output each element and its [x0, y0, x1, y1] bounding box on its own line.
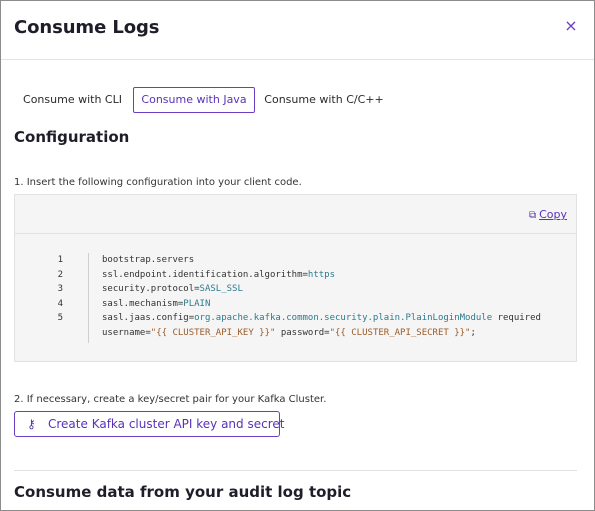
code-token: ;	[470, 327, 476, 338]
key-icon: ⚷	[27, 417, 36, 431]
code-token: org.apache.kafka.common.security.plain.P…	[194, 313, 493, 323]
code-line: 4 sasl.mechanism=PLAIN	[15, 297, 576, 311]
copy-button[interactable]: ⧉ Copy	[529, 208, 567, 221]
step-2-instructions: 2. If necessary, create a key/secret pai…	[14, 394, 327, 405]
line-number: 1	[57, 255, 63, 265]
code-block: ⧉ Copy 1 bootstrap.servers 2 ssl.endpoint.id…	[14, 194, 577, 362]
code-token: PLAIN	[183, 298, 211, 309]
code-text: security.protocol=SASL_SSL	[102, 282, 243, 296]
code-line: username="{{ CLUSTER_API_KEY }}" passwor…	[15, 326, 576, 340]
line-number: 2	[57, 269, 63, 280]
code-token: sasl.jaas.config=	[102, 313, 195, 323]
code-line: 2 ssl.endpoint.identification.algorithm=h…	[15, 268, 576, 282]
code-token: "{{ CLUSTER_API_SECRET }}"	[329, 327, 471, 338]
close-icon[interactable]: ×	[563, 17, 579, 35]
step-1-instructions: 1. Insert the following configuration in…	[14, 177, 302, 188]
code-token: ssl.endpoint.identification.algorithm=	[102, 269, 308, 280]
line-number: 4	[57, 298, 63, 309]
copy-icon: ⧉	[528, 210, 537, 221]
code-body: 1 bootstrap.servers 2 ssl.endpoint.identifi…	[15, 235, 576, 361]
create-api-key-button[interactable]: ⚷ Create Kafka cluster API key and secre…	[14, 411, 284, 437]
code-text: ssl.endpoint.identification.algorithm=ht…	[102, 268, 335, 282]
code-line: 1 bootstrap.servers	[15, 253, 576, 267]
code-token: sasl.mechanism=	[102, 298, 184, 309]
code-text: bootstrap.servers	[102, 253, 194, 267]
code-text: sasl.jaas.config=org.apache.kafka.common…	[102, 311, 541, 325]
code-token: SASL_SSL	[199, 284, 243, 294]
dialog-title: Consume Logs	[14, 17, 160, 38]
code-token: bootstrap.servers	[102, 255, 195, 265]
configuration-heading: Configuration	[14, 128, 130, 146]
code-toolbar: ⧉ Copy	[15, 195, 576, 234]
code-token: password=	[275, 327, 330, 338]
code-text: sasl.mechanism=PLAIN	[102, 297, 210, 311]
tab-consume-c-cpp[interactable]: Consume with C/C++	[259, 87, 389, 113]
code-token: required	[492, 313, 541, 323]
tab-consume-java[interactable]: Consume with Java	[133, 87, 255, 113]
code-token: security.protocol=	[102, 284, 200, 294]
code-line: 5 sasl.jaas.config=org.apache.kafka.commo…	[15, 311, 576, 325]
line-number: 5	[57, 313, 63, 323]
dialog-header: Consume Logs ×	[1, 1, 594, 60]
create-api-key-label: Create Kafka cluster API key and secret	[48, 417, 285, 431]
section-divider	[14, 470, 577, 471]
tab-consume-cli[interactable]: Consume with CLI	[14, 87, 131, 113]
code-line: 3 security.protocol=SASL_SSL	[15, 282, 576, 296]
code-token: "{{ CLUSTER_API_KEY }}"	[150, 327, 276, 338]
code-text: username="{{ CLUSTER_API_KEY }}" passwor…	[102, 326, 476, 340]
code-token: username=	[102, 327, 151, 338]
consume-data-heading: Consume data from your audit log topic	[14, 483, 352, 501]
code-token: https	[307, 269, 335, 280]
copy-label: Copy	[539, 208, 567, 221]
line-number: 3	[57, 284, 63, 294]
consume-logs-dialog: Consume Logs × Consume with CLI Consume …	[0, 0, 595, 511]
